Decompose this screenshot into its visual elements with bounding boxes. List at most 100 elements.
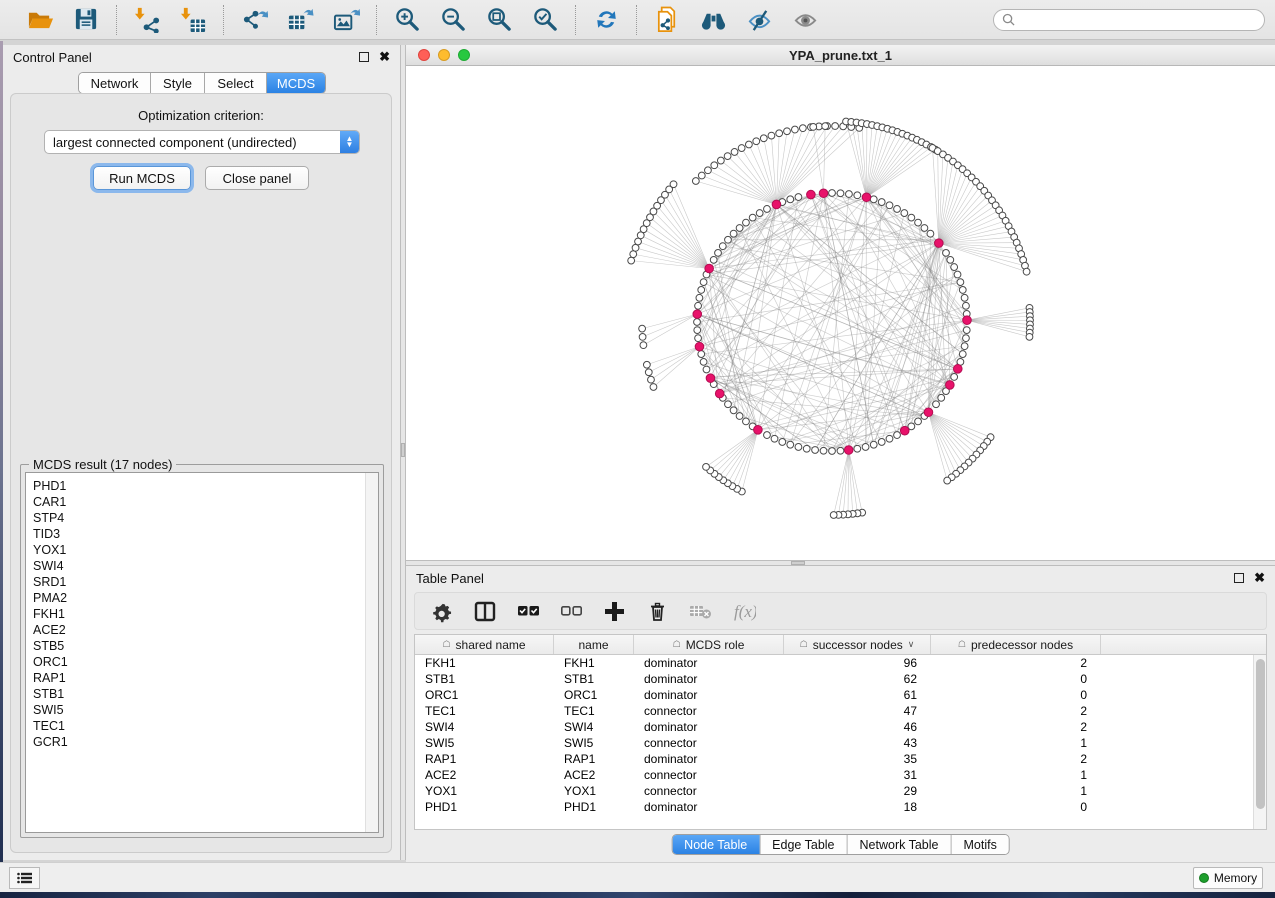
mcds-result-item[interactable]: ACE2 [33, 622, 378, 638]
add-column-button[interactable] [601, 598, 627, 624]
graph-hub-node[interactable] [715, 389, 724, 398]
run-mcds-button[interactable]: Run MCDS [93, 166, 191, 190]
graph-node[interactable] [862, 444, 869, 451]
graph-node[interactable] [944, 477, 951, 484]
cell-successor-nodes[interactable]: 62 [784, 671, 931, 687]
graph-hub-node[interactable] [963, 316, 972, 325]
graph-node[interactable] [719, 243, 726, 250]
mcds-result-item[interactable]: STB5 [33, 638, 378, 654]
graph-hub-node[interactable] [953, 365, 962, 374]
cell-MCDS-role[interactable]: connector [634, 735, 784, 751]
table-scrollbar[interactable] [1253, 655, 1266, 829]
cell-predecessor-nodes[interactable]: 2 [931, 751, 1101, 767]
graph-node[interactable] [703, 366, 710, 373]
graph-node[interactable] [915, 418, 922, 425]
graph-node[interactable] [894, 206, 901, 213]
vertical-splitter-grip[interactable] [401, 443, 405, 457]
cell-predecessor-nodes[interactable]: 2 [931, 655, 1101, 671]
cell-name[interactable]: STB1 [554, 671, 634, 687]
graph-node[interactable] [908, 214, 915, 221]
graph-node[interactable] [724, 153, 731, 160]
graph-node[interactable] [943, 249, 950, 256]
graph-node[interactable] [743, 219, 750, 226]
graph-node[interactable] [711, 162, 718, 169]
cell-shared-name[interactable]: YOX1 [415, 783, 554, 799]
column-header-predecessor-nodes[interactable]: ☖predecessor nodes [931, 635, 1101, 654]
task-history-button[interactable] [9, 867, 40, 889]
cell-MCDS-role[interactable]: dominator [634, 751, 784, 767]
graph-node[interactable] [736, 225, 743, 232]
graph-node[interactable] [639, 325, 646, 332]
cell-successor-nodes[interactable]: 35 [784, 751, 931, 767]
cell-shared-name[interactable]: PHD1 [415, 799, 554, 815]
float-table-panel-icon[interactable] [1234, 573, 1244, 583]
graph-node[interactable] [878, 439, 885, 446]
graph-node[interactable] [799, 125, 806, 132]
network-titlebar[interactable]: YPA_prune.txt_1 [406, 45, 1275, 66]
graph-node[interactable] [870, 441, 877, 448]
cell-shared-name[interactable]: SWI4 [415, 719, 554, 735]
graph-node[interactable] [645, 369, 652, 376]
graph-hub-node[interactable] [946, 381, 955, 390]
graph-node[interactable] [812, 447, 819, 454]
graph-node[interactable] [753, 138, 760, 145]
close-panel-icon[interactable]: ✖ [379, 52, 390, 62]
graph-node[interactable] [779, 439, 786, 446]
table-row[interactable]: STB1STB1dominator620 [415, 671, 1253, 687]
save-button[interactable] [70, 5, 102, 35]
cell-name[interactable]: YOX1 [554, 783, 634, 799]
graph-node[interactable] [837, 447, 844, 454]
cell-predecessor-nodes[interactable]: 1 [931, 783, 1101, 799]
export-table-button[interactable] [284, 5, 316, 35]
graph-node[interactable] [787, 196, 794, 203]
search-input[interactable] [1020, 13, 1256, 27]
graph-hub-node[interactable] [807, 190, 816, 199]
graph-node[interactable] [698, 287, 705, 294]
graph-node[interactable] [760, 135, 767, 142]
mcds-result-item[interactable]: SWI5 [33, 702, 378, 718]
graph-node[interactable] [961, 294, 968, 301]
graph-node[interactable] [692, 178, 699, 185]
cell-shared-name[interactable]: ACE2 [415, 767, 554, 783]
graph-node[interactable] [886, 202, 893, 209]
cell-shared-name[interactable]: STB1 [415, 671, 554, 687]
criterion-select[interactable]: largest connected component (undirected)… [44, 130, 360, 154]
graph-node[interactable] [705, 167, 712, 174]
cell-shared-name[interactable]: FKH1 [415, 655, 554, 671]
select-all-button[interactable] [515, 598, 541, 624]
graph-node[interactable] [639, 334, 646, 341]
cell-name[interactable]: ACE2 [554, 767, 634, 783]
cell-name[interactable]: SWI4 [554, 719, 634, 735]
graph-node[interactable] [628, 257, 635, 264]
graph-hub-node[interactable] [862, 193, 871, 202]
graph-node[interactable] [738, 145, 745, 152]
graph-node[interactable] [717, 157, 724, 164]
tab-style[interactable]: Style [151, 73, 205, 93]
graph-node[interactable] [951, 374, 958, 381]
graph-node[interactable] [820, 447, 827, 454]
cell-predecessor-nodes[interactable]: 1 [931, 767, 1101, 783]
graph-node[interactable] [730, 407, 737, 414]
open-folder-button[interactable] [24, 5, 56, 35]
graph-node[interactable] [894, 432, 901, 439]
tab-node-table[interactable]: Node Table [672, 835, 760, 854]
mcds-result-item[interactable]: SWI4 [33, 558, 378, 574]
graph-node[interactable] [703, 464, 710, 471]
table-row[interactable]: ORC1ORC1dominator610 [415, 687, 1253, 703]
graph-hub-node[interactable] [819, 189, 828, 198]
graph-node[interactable] [951, 264, 958, 271]
document-network-button[interactable] [651, 5, 683, 35]
split-columns-button[interactable] [472, 598, 498, 624]
cell-name[interactable]: ORC1 [554, 687, 634, 703]
graph-node[interactable] [670, 181, 677, 188]
graph-node[interactable] [696, 294, 703, 301]
graph-node[interactable] [795, 194, 802, 201]
column-header-successor-nodes[interactable]: ☖successor nodes∨ [784, 635, 931, 654]
graph-node[interactable] [830, 512, 837, 519]
graph-node[interactable] [822, 123, 829, 130]
graph-node[interactable] [749, 214, 756, 221]
delete-column-button[interactable] [644, 598, 670, 624]
graph-node[interactable] [695, 335, 702, 342]
graph-node[interactable] [921, 225, 928, 232]
cell-MCDS-role[interactable]: dominator [634, 799, 784, 815]
